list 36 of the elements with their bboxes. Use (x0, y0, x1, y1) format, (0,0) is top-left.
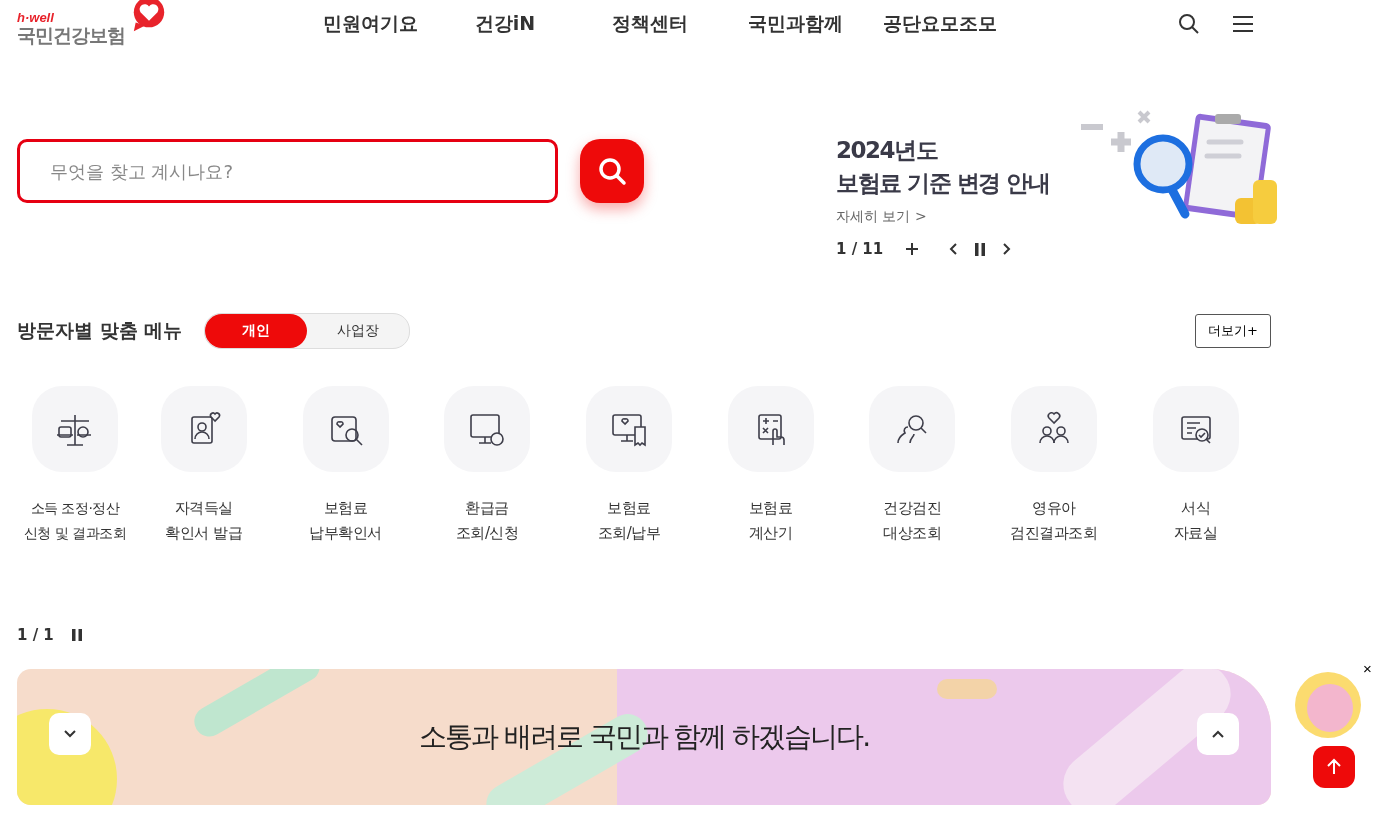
chevron-left-icon[interactable] (949, 242, 960, 256)
quick-menu-item[interactable]: 보험료 조회/납부 (558, 386, 700, 546)
logo-tagline: h·well (17, 11, 55, 24)
search-field[interactable]: 무엇을 찾고 계시나요? (17, 139, 558, 203)
menu-icon[interactable] (1232, 15, 1254, 33)
quick-menu-item[interactable]: 환급금 조회/신청 (416, 386, 559, 546)
search-icon (597, 156, 627, 186)
visitor-tab[interactable]: 개인 (205, 314, 308, 348)
quick-menu-item[interactable]: 보험료 계산기 (699, 386, 842, 546)
search-icon[interactable] (1178, 13, 1200, 35)
close-button[interactable]: × (1363, 662, 1372, 676)
chevron-right-icon[interactable] (1001, 242, 1012, 256)
pause-icon[interactable] (71, 629, 82, 641)
quick-menu-item[interactable]: 소득 조정·정산 신청 및 결과조회 (17, 386, 133, 546)
page-counter: 1 / 1 (17, 626, 54, 644)
arrow-up-icon (1326, 758, 1342, 776)
chevron-up-icon (1211, 729, 1225, 739)
quick-menu-item[interactable]: 자격득실 확인서 발급 (133, 386, 275, 546)
slogan-text: 소통과 배려로 국민과 함께 하겠습니다. (418, 719, 870, 755)
search-button[interactable] (580, 139, 644, 203)
detail-link[interactable]: 자세히 보기 > (836, 208, 1081, 226)
logo-name: 국민건강보험 (17, 24, 126, 46)
scroll-top-button[interactable] (1313, 746, 1355, 788)
site-logo[interactable]: h·well 국민건강보험 (17, 0, 167, 48)
slide-counter: 1 / 11 (836, 240, 884, 258)
quick-menu-item[interactable]: 서식 자료실 (1124, 386, 1267, 546)
section-title: 방문자별 맞춤 메뉴 (17, 318, 183, 343)
pause-icon[interactable] (975, 242, 986, 256)
quick-menu-item[interactable]: 보험료 납부확인서 (274, 386, 417, 546)
more-button[interactable]: 더보기+ (1195, 314, 1271, 348)
promo-title: 2024년도 보험료 기준 변경 안내 (836, 136, 1051, 198)
visitor-tab[interactable]: 사업장 (307, 314, 410, 348)
quick-menu-item[interactable]: 영유아 검진결과조회 (983, 386, 1125, 546)
chevron-down-icon (63, 729, 77, 739)
plus-icon[interactable] (905, 242, 920, 256)
quick-menu-item[interactable]: 건강검진 대상조회 (841, 386, 984, 546)
